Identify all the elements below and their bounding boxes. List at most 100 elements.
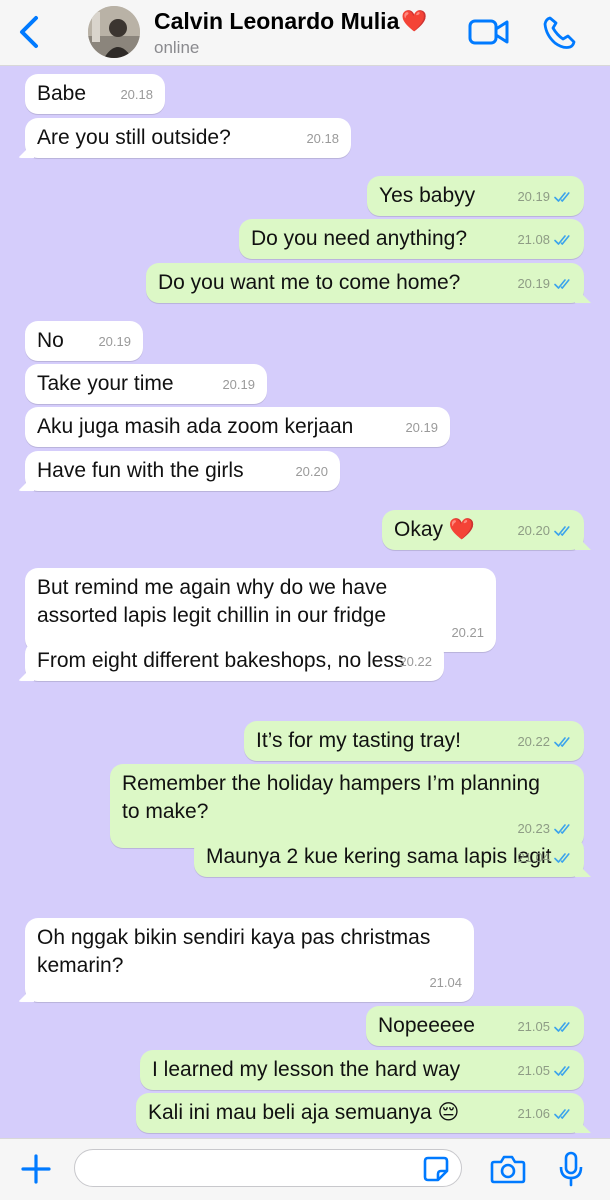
message-time: 20.21	[451, 625, 484, 640]
message-text: But remind me again why do we have	[37, 576, 388, 599]
message-text: Oh nggak bikin sendiri kaya pas christma…	[37, 926, 431, 949]
outgoing-message[interactable]: It’s for my tasting tray! 20.22	[244, 721, 584, 761]
voice-call-button[interactable]	[542, 14, 576, 50]
message-meta: 21.04	[429, 969, 462, 997]
heart-emoji: ❤️	[401, 9, 428, 33]
message-time: 21.04	[517, 850, 550, 865]
composer-bar	[0, 1138, 610, 1200]
message-text: Kali ini mau beli aja semuanya 😔	[148, 1101, 460, 1124]
message-meta: 20.21	[451, 619, 484, 647]
attach-button[interactable]	[20, 1153, 52, 1185]
incoming-message[interactable]: No 20.19	[25, 321, 143, 361]
message-text: From eight different bakeshops, no less	[37, 649, 405, 672]
read-receipt-icon	[554, 736, 572, 748]
sticker-icon	[423, 1156, 449, 1182]
contact-status: online	[154, 38, 200, 57]
chat-header: Calvin Leonardo Mulia ❤️ online	[0, 0, 610, 66]
outgoing-message[interactable]: Maunya 2 kue kering sama lapis legit 21.0…	[194, 837, 584, 877]
message-time: 20.20	[295, 464, 328, 479]
message-meta: 21.08	[517, 226, 572, 254]
message-meta: 21.04	[517, 844, 572, 872]
outgoing-message[interactable]: I learned my lesson the hard way 21.05	[140, 1050, 584, 1090]
message-text: Are you still outside?	[37, 126, 231, 149]
camera-button[interactable]	[490, 1153, 526, 1185]
message-time: 20.19	[222, 377, 255, 392]
message-meta: 20.22	[517, 728, 572, 756]
message-text: I learned my lesson the hard way	[152, 1058, 461, 1081]
message-time: 21.04	[429, 975, 462, 990]
back-button[interactable]	[14, 14, 44, 50]
message-text: Have fun with the girls	[37, 459, 244, 482]
contact-name[interactable]: Calvin Leonardo Mulia ❤️	[154, 8, 428, 35]
message-meta: 20.20	[295, 458, 328, 486]
message-time: 21.05	[517, 1019, 550, 1034]
message-time: 20.20	[517, 523, 550, 538]
message-time: 21.08	[517, 232, 550, 247]
outgoing-message[interactable]: Remember the holiday hampers I’m plannin…	[110, 764, 584, 848]
plus-icon	[21, 1154, 51, 1184]
contact-name-text: Calvin Leonardo Mulia	[154, 8, 400, 34]
camera-icon	[490, 1155, 526, 1184]
message-meta: 21.05	[517, 1057, 572, 1085]
incoming-message[interactable]: Have fun with the girls 20.20	[25, 451, 340, 491]
message-time: 20.22	[399, 654, 432, 669]
outgoing-message[interactable]: Do you need anything? 21.08	[239, 219, 584, 259]
read-receipt-icon	[554, 234, 572, 246]
outgoing-message[interactable]: Nopeeeee 21.05	[366, 1006, 584, 1046]
microphone-icon	[559, 1151, 583, 1187]
message-text: kemarin?	[37, 954, 124, 977]
message-time: 20.19	[517, 189, 550, 204]
incoming-message[interactable]: Aku juga masih ada zoom kerjaan 20.19	[25, 407, 450, 447]
avatar-photo	[88, 6, 140, 58]
avatar[interactable]	[88, 6, 140, 58]
outgoing-message[interactable]: Do you want me to come home? 20.19	[146, 263, 584, 303]
message-meta: 20.19	[222, 371, 255, 399]
message-meta: 20.19	[517, 183, 572, 211]
message-time: 21.05	[517, 1063, 550, 1078]
message-text: assorted lapis legit chillin in our frid…	[37, 604, 387, 627]
message-time: 20.19	[517, 276, 550, 291]
read-receipt-icon	[554, 823, 572, 835]
video-camera-icon	[468, 19, 509, 45]
outgoing-message[interactable]: Yes babyy 20.19	[367, 176, 584, 216]
chevron-left-icon	[20, 16, 38, 48]
read-receipt-icon	[554, 278, 572, 290]
microphone-button[interactable]	[558, 1151, 584, 1187]
message-meta: 20.18	[120, 81, 153, 109]
phone-icon	[543, 16, 576, 49]
incoming-message[interactable]: From eight different bakeshops, no less 2…	[25, 641, 444, 681]
message-meta: 20.19	[98, 328, 131, 356]
read-receipt-icon	[554, 1108, 572, 1120]
message-time: 20.19	[405, 420, 438, 435]
incoming-message[interactable]: Babe 20.18	[25, 74, 165, 114]
message-time: 20.22	[517, 734, 550, 749]
chat-area[interactable]: Babe 20.18 Are you still outside? 20.18 Yes …	[0, 66, 610, 1138]
outgoing-message[interactable]: Kali ini mau beli aja semuanya 😔 21.06	[136, 1093, 584, 1133]
message-time: 20.18	[120, 87, 153, 102]
message-text: Aku juga masih ada zoom kerjaan	[37, 415, 354, 438]
message-text: Do you want me to come home?	[158, 271, 461, 294]
message-text: to make?	[122, 800, 209, 823]
message-meta: 21.05	[517, 1013, 572, 1041]
read-receipt-icon	[554, 852, 572, 864]
read-receipt-icon	[554, 191, 572, 203]
message-meta: 20.20	[517, 517, 572, 545]
message-input[interactable]	[74, 1149, 462, 1187]
message-meta: 21.06	[517, 1100, 572, 1128]
message-text: Remember the holiday hampers I’m plannin…	[122, 772, 540, 795]
incoming-message[interactable]: Are you still outside? 20.18	[25, 118, 351, 158]
sticker-button[interactable]	[422, 1155, 450, 1183]
message-time: 20.19	[98, 334, 131, 349]
message-meta: 20.19	[405, 414, 438, 442]
video-call-button[interactable]	[468, 16, 510, 48]
read-receipt-icon	[554, 525, 572, 537]
incoming-message[interactable]: Take your time 20.19	[25, 364, 267, 404]
message-time: 20.18	[306, 131, 339, 146]
read-receipt-icon	[554, 1021, 572, 1033]
message-meta: 20.22	[399, 648, 432, 676]
read-receipt-icon	[554, 1065, 572, 1077]
outgoing-message[interactable]: Okay ❤️ 20.20	[382, 510, 584, 550]
message-time: 21.06	[517, 1106, 550, 1121]
incoming-message[interactable]: Oh nggak bikin sendiri kaya pas christma…	[25, 918, 474, 1002]
incoming-message[interactable]: But remind me again why do we have assort…	[25, 568, 496, 652]
